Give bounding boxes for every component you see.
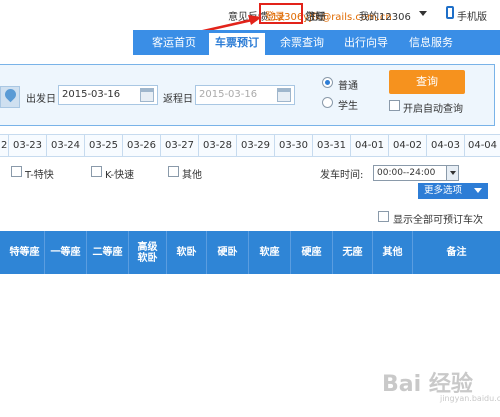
col-header[interactable]: 高级软卧 [129,231,167,274]
ticket-type-normal-label: 普通 [338,81,358,92]
ticket-type-normal-radio[interactable] [322,77,333,88]
date-tab[interactable]: 03-29 [237,135,275,156]
table-header: 特等座 一等座 二等座 高级软卧 软卧 硬卧 软座 硬座 无座 其他 备注 [0,231,500,274]
query-button[interactable]: 查询 [389,70,465,94]
col-header[interactable]: 硬座 [291,231,333,274]
other-train-checkbox[interactable] [168,166,179,177]
triangle-down-icon [474,188,482,193]
show-all-checkbox[interactable] [378,211,389,222]
t-train-label: T-特快 [25,170,54,181]
top-bar: 意见反馈:12306yjfk@rails.com.cn 您好 请 登录 注册 我… [0,0,500,30]
col-header[interactable]: 软座 [249,231,291,274]
col-header[interactable]: 特等座 [5,231,45,274]
date-tab[interactable]: 03-30 [275,135,313,156]
k-train-label: K-快速 [105,170,135,181]
nav-travel-guide[interactable]: 出行向导 [337,30,395,55]
nav-info-service[interactable]: 信息服务 [402,30,460,55]
date-tab[interactable]: 04-04 [465,135,500,156]
date-tab[interactable]: 03-26 [123,135,161,156]
nav-home[interactable]: 客运首页 [141,30,207,55]
date-tab[interactable]: 03-27 [161,135,199,156]
my12306-menu[interactable]: 我的12306 [359,8,411,23]
return-date-label: 返程日 [163,94,193,105]
auto-query-checkbox[interactable] [389,100,400,111]
nav-remaining-tickets[interactable]: 余票查询 [273,30,331,55]
date-tab[interactable]: 03-25 [85,135,123,156]
col-header[interactable]: 无座 [333,231,373,274]
date-tab[interactable]: 04-01 [351,135,389,156]
calendar-icon[interactable] [277,88,291,102]
date-tab[interactable]: 04-03 [427,135,465,156]
calendar-icon[interactable] [140,88,154,102]
date-tab[interactable]: 04-02 [389,135,427,156]
location-pin-icon[interactable] [0,86,20,108]
t-train-checkbox[interactable] [11,166,22,177]
more-options-button[interactable]: 更多选项 [418,183,488,199]
show-all-label: 显示全部可预订车次 [393,215,483,226]
col-header[interactable]: 硬卧 [207,231,249,274]
mobile-phone-icon [446,6,454,19]
depart-time-label: 发车时间: [320,170,364,181]
mobile-version-link[interactable]: 手机版 [457,8,487,23]
col-header: 备注 [446,247,467,258]
watermark-url: jingyan.baidu.com [440,394,500,403]
login-link[interactable]: 登录 [265,8,285,23]
main-nav: 客运首页 车票预订 余票查询 出行向导 信息服务 [133,30,500,55]
other-train-label: 其他 [182,170,202,181]
auto-query-label: 开启自动查询 [403,104,463,115]
date-strip: 2 03-23 03-24 03-25 03-26 03-27 03-28 03… [0,134,500,157]
ticket-type-student-radio[interactable] [322,97,333,108]
col-header[interactable]: 软卧 [167,231,207,274]
date-tab[interactable]: 03-23 [9,135,47,156]
col-header[interactable]: 一等座 [45,231,87,274]
date-tab[interactable]: 03-24 [47,135,85,156]
col-header[interactable]: 二等座 [87,231,129,274]
nav-ticket-booking[interactable]: 车票预订 [209,33,265,55]
k-train-checkbox[interactable] [91,166,102,177]
depart-date-label: 出发日 [26,94,56,105]
date-tab[interactable]: 03-31 [313,135,351,156]
depart-time-select[interactable]: 00:00--24:00 [373,165,459,181]
col-header[interactable]: 其他 [373,231,413,274]
more-options-label: 更多选项 [424,185,463,196]
register-link[interactable]: 注册 [306,8,326,23]
chevron-down-icon[interactable] [446,166,458,180]
depart-time-value: 00:00--24:00 [377,168,436,178]
date-tab[interactable]: 03-28 [199,135,237,156]
date-tab[interactable]: 2 [0,135,9,156]
chevron-down-icon[interactable] [419,11,427,16]
ticket-type-student-label: 学生 [338,101,358,112]
